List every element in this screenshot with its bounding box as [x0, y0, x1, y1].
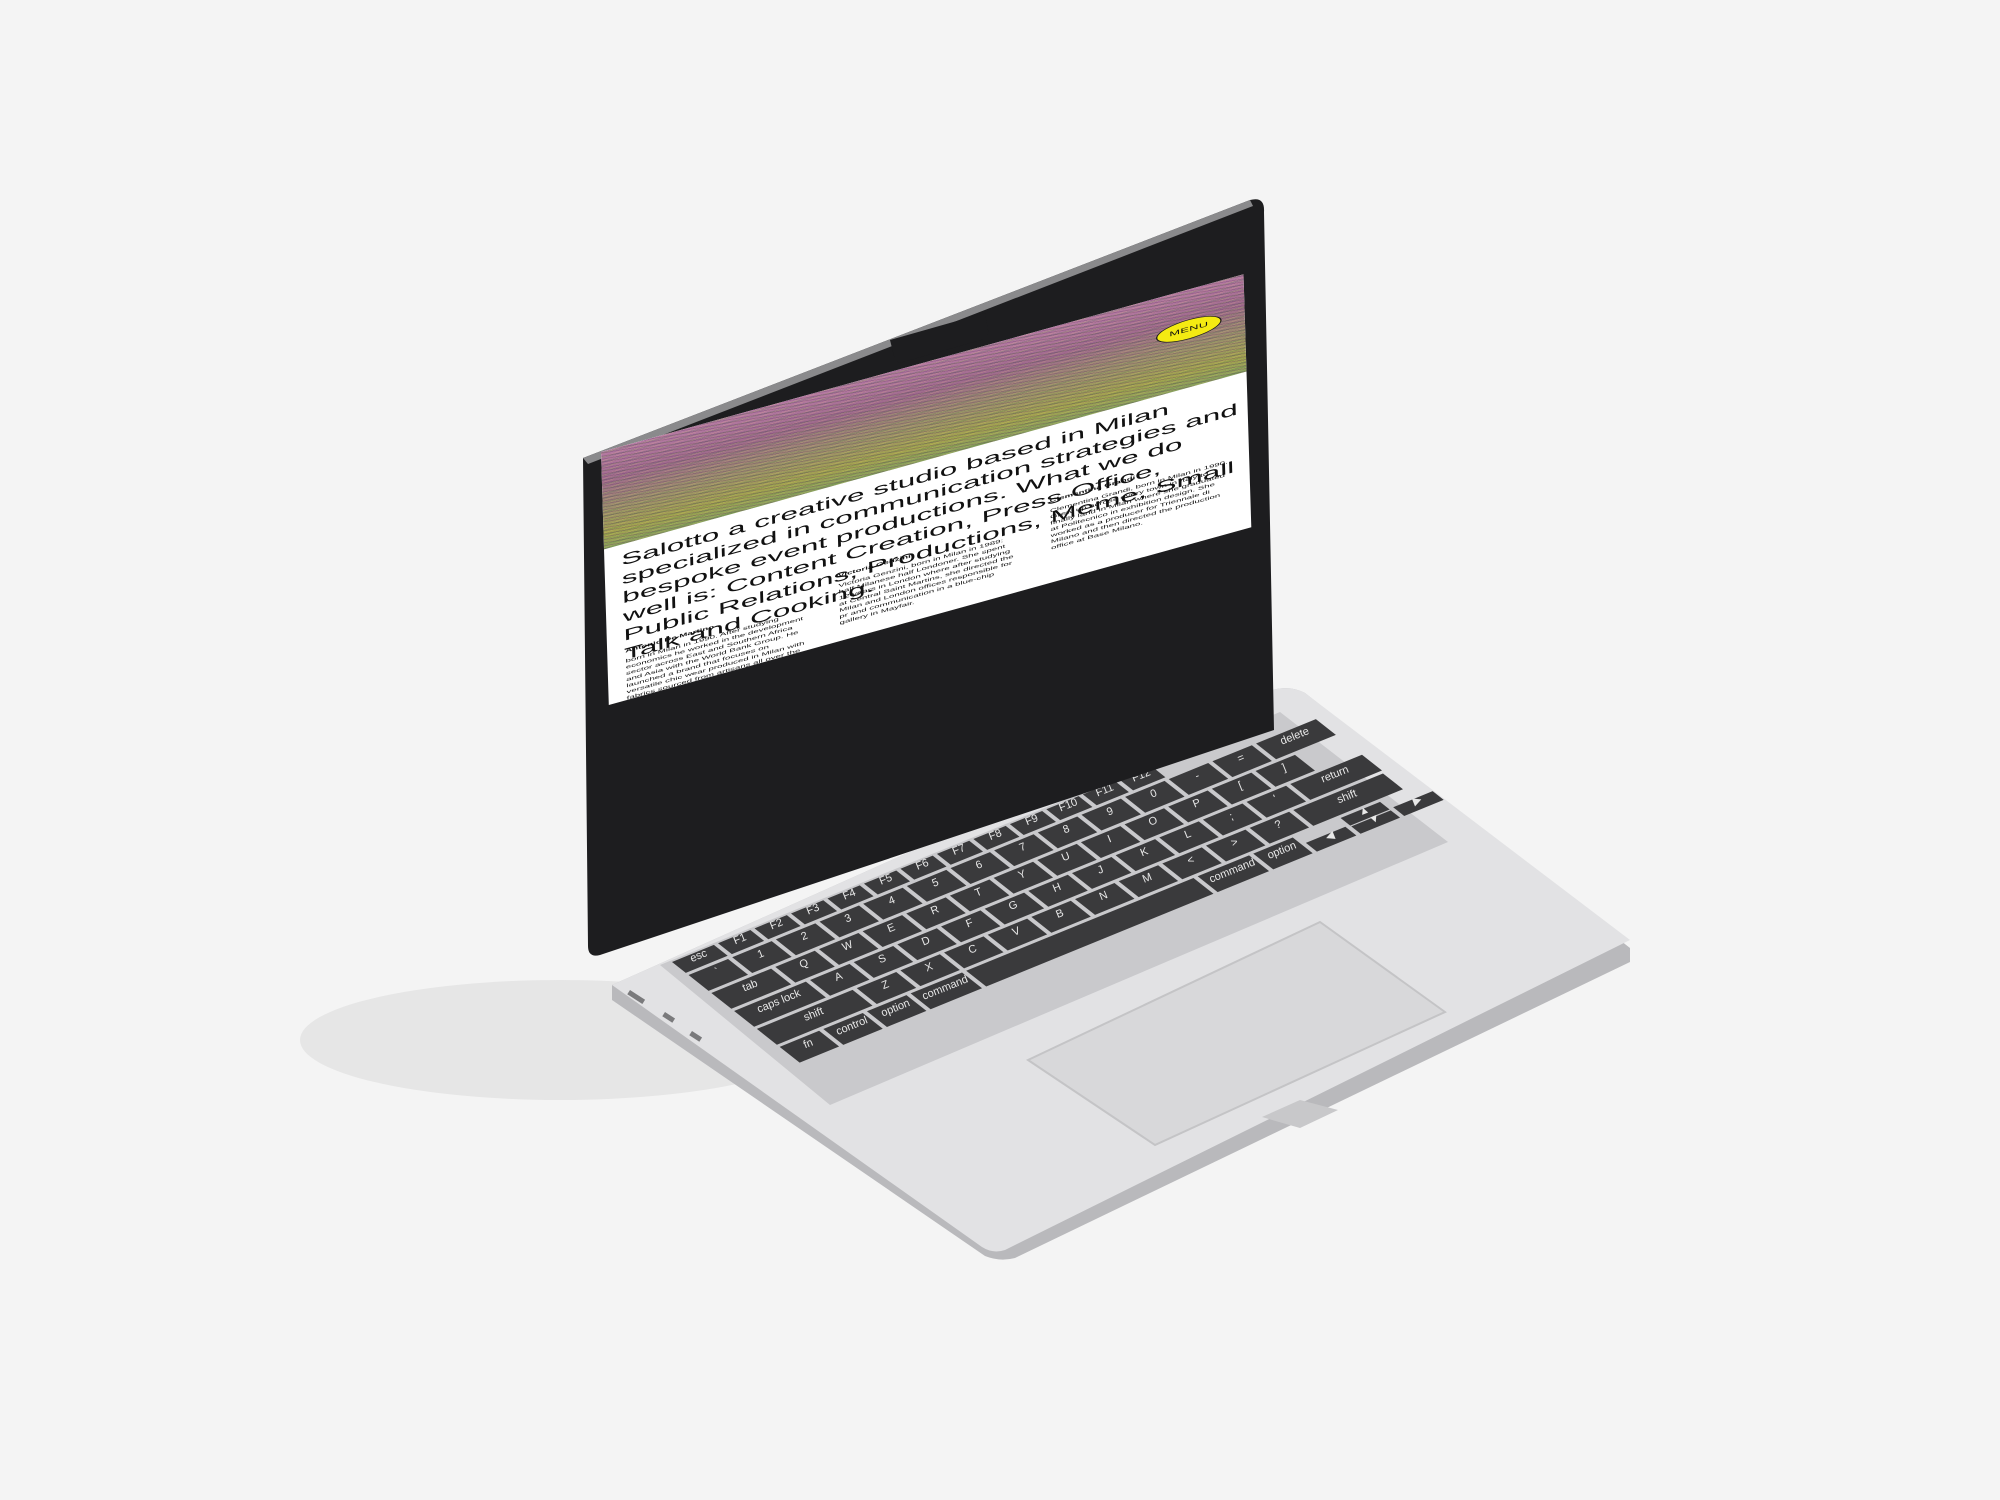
mockup-stage: esc F1 F2 F3 F4 F5 F6 F7 F8 F9 F10 F11 F12 ` 1 2 3 4 5 6 7 8 9…: [0, 0, 2000, 1500]
laptop-illustration: escF1F2F3F4F5F6F7F8F9F10F11F12`123456789…: [300, 199, 1630, 1260]
